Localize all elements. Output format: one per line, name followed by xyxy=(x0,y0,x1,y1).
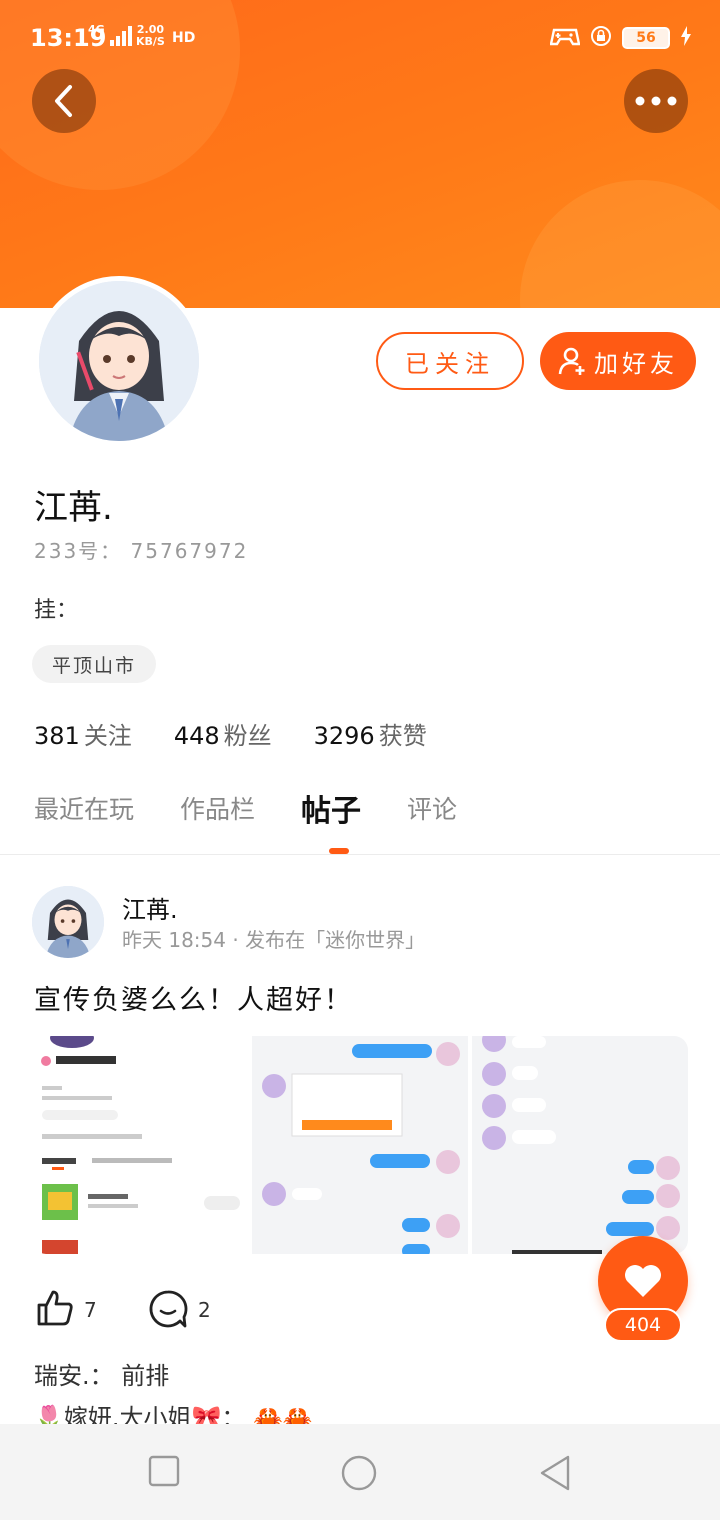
comment-item[interactable]: 瑞安.： 前排 xyxy=(34,1356,169,1391)
heart-icon xyxy=(625,1265,661,1297)
home-button[interactable] xyxy=(340,1454,378,1496)
location-tag: 平顶山市 xyxy=(32,645,157,683)
stat-label: 获赞 xyxy=(378,722,427,750)
post-author-name[interactable]: 江苒. xyxy=(122,890,178,925)
post-image[interactable] xyxy=(252,1036,468,1254)
circle-icon xyxy=(341,1455,377,1491)
followed-button[interactable]: 已关注 xyxy=(376,332,524,390)
divider xyxy=(0,854,720,855)
comment-icon xyxy=(149,1290,188,1328)
post-meta: 昨天 18:54 · 发布在「迷你世界」 xyxy=(122,928,426,952)
signal-icon xyxy=(110,26,132,50)
more-dots-icon xyxy=(635,96,677,106)
tab-posts[interactable]: 帖子 xyxy=(301,786,361,830)
thumbs-up-icon xyxy=(37,1290,73,1326)
stat-followers[interactable]: 448 粉丝 xyxy=(174,716,272,751)
post-author-avatar[interactable] xyxy=(32,886,104,958)
stat-likes[interactable]: 3296 获赞 xyxy=(314,716,427,751)
profile-name: 江苒. xyxy=(34,488,113,528)
comment-button[interactable] xyxy=(148,1289,188,1333)
back-button[interactable] xyxy=(32,69,96,133)
hd-indicator: HD xyxy=(172,30,196,46)
user-id: 233号： 75767972 xyxy=(34,539,249,563)
comment-count: 2 xyxy=(198,1298,211,1322)
header-decoration xyxy=(520,180,720,308)
speed-unit: KB/S xyxy=(136,35,165,48)
stat-number: 448 xyxy=(173,722,220,750)
tab-recently-played[interactable]: 最近在玩 xyxy=(34,790,134,834)
profile-stats: 381 关注 448 粉丝 3296 获赞 xyxy=(34,716,427,751)
profile-avatar[interactable] xyxy=(34,276,204,446)
stat-label: 关注 xyxy=(83,722,132,750)
post-text[interactable]: 宣传负婆么么！人超好！ xyxy=(34,978,353,1017)
like-button[interactable] xyxy=(36,1289,74,1331)
stat-following[interactable]: 381 关注 xyxy=(34,716,132,751)
charging-icon xyxy=(680,26,692,50)
add-user-icon xyxy=(558,347,585,375)
more-options-button[interactable] xyxy=(624,69,688,133)
network-speed: 2.00 KB/S xyxy=(136,24,165,48)
battery-icon: 56 xyxy=(622,27,670,49)
post-image-gallery xyxy=(32,1036,688,1254)
recent-apps-button[interactable] xyxy=(147,1454,181,1492)
back-nav-button[interactable] xyxy=(538,1454,572,1496)
stat-number: 381 xyxy=(34,722,80,750)
system-navigation-bar xyxy=(0,1424,720,1520)
comment-item[interactable]: 🌷嫁妍.大小姐🎀： 🦀🦀 xyxy=(34,1398,313,1424)
chevron-left-icon xyxy=(55,85,72,117)
gamepad-icon xyxy=(549,24,581,52)
status-bar: 13:19 4G 2.00 KB/S HD 56 xyxy=(0,0,720,72)
stat-number: 3296 xyxy=(313,722,375,750)
tab-comments[interactable]: 评论 xyxy=(407,790,457,834)
profile-signature: 挂： xyxy=(34,598,79,623)
profile-tabs: 最近在玩 作品栏 帖子 评论 xyxy=(34,790,457,834)
tab-works[interactable]: 作品栏 xyxy=(180,790,255,834)
add-friend-button[interactable]: 加好友 xyxy=(540,332,696,390)
square-icon xyxy=(148,1455,180,1487)
stat-label: 粉丝 xyxy=(223,722,272,750)
post-image[interactable] xyxy=(472,1036,688,1254)
add-friend-label: 加好友 xyxy=(594,349,678,378)
network-type: 4G xyxy=(88,23,105,36)
post-image[interactable] xyxy=(32,1036,248,1254)
status-icons: 56 xyxy=(549,24,692,52)
like-count: 7 xyxy=(84,1298,97,1322)
support-count: 404 xyxy=(604,1308,682,1342)
triangle-back-icon xyxy=(540,1455,570,1491)
lock-rotation-icon xyxy=(590,25,612,51)
